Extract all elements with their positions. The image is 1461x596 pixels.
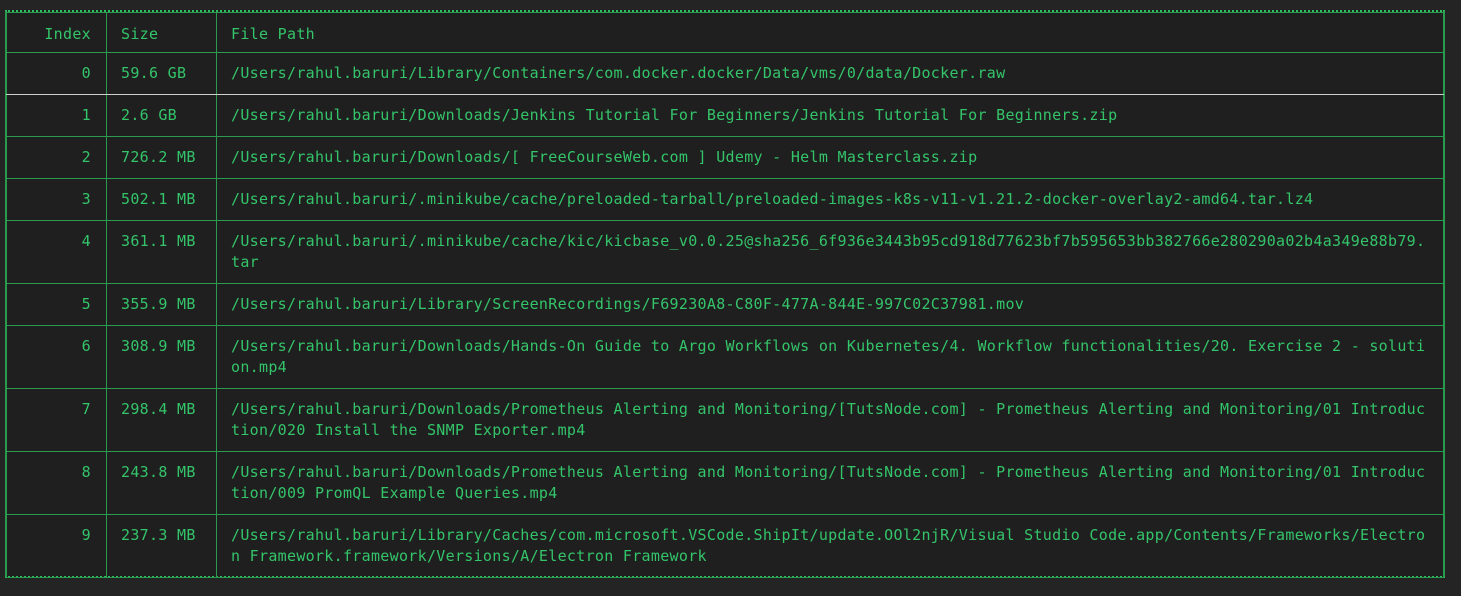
row-size: 243.8 MB <box>106 451 217 515</box>
table-row[interactable]: 7 298.4 MB /Users/rahul.baruri/Downloads… <box>6 388 1444 452</box>
table-row[interactable]: 1 2.6 GB /Users/rahul.baruri/Downloads/J… <box>6 94 1444 137</box>
row-size: 59.6 GB <box>106 52 217 95</box>
table-row[interactable]: 6 308.9 MB /Users/rahul.baruri/Downloads… <box>6 325 1444 389</box>
row-size: 308.9 MB <box>106 325 217 389</box>
table-row[interactable]: 2 726.2 MB /Users/rahul.baruri/Downloads… <box>6 136 1444 179</box>
row-size: 361.1 MB <box>106 220 217 284</box>
column-header-size[interactable]: Size <box>106 12 217 53</box>
row-index: 0 <box>6 52 107 95</box>
row-index: 9 <box>6 514 107 578</box>
row-file-path: /Users/rahul.baruri/Downloads/[ FreeCour… <box>216 136 1444 179</box>
row-index: 7 <box>6 388 107 452</box>
row-size: 355.9 MB <box>106 283 217 326</box>
row-index: 3 <box>6 178 107 221</box>
row-size: 237.3 MB <box>106 514 217 578</box>
row-index: 8 <box>6 451 107 515</box>
row-file-path: /Users/rahul.baruri/.minikube/cache/prel… <box>216 178 1444 221</box>
results-table-frame: Index Size File Path 0 59.6 GB /Users/ra… <box>5 10 1445 578</box>
row-file-path: /Users/rahul.baruri/Library/ScreenRecord… <box>216 283 1444 326</box>
column-header-file-path[interactable]: File Path <box>216 12 1444 53</box>
row-index: 2 <box>6 136 107 179</box>
row-size: 2.6 GB <box>106 94 217 137</box>
row-file-path: /Users/rahul.baruri/Downloads/Prometheus… <box>216 388 1444 452</box>
table-row[interactable]: 8 243.8 MB /Users/rahul.baruri/Downloads… <box>6 451 1444 515</box>
row-size: 726.2 MB <box>106 136 217 179</box>
row-size: 298.4 MB <box>106 388 217 452</box>
row-file-path: /Users/rahul.baruri/Downloads/Jenkins Tu… <box>216 94 1444 137</box>
row-file-path: /Users/rahul.baruri/.minikube/cache/kic/… <box>216 220 1444 284</box>
table-row[interactable]: 0 59.6 GB /Users/rahul.baruri/Library/Co… <box>6 52 1444 95</box>
row-index: 5 <box>6 283 107 326</box>
row-index: 1 <box>6 94 107 137</box>
row-file-path: /Users/rahul.baruri/Downloads/Prometheus… <box>216 451 1444 515</box>
row-index: 4 <box>6 220 107 284</box>
table-row[interactable]: 3 502.1 MB /Users/rahul.baruri/.minikube… <box>6 178 1444 221</box>
large-files-table: Index Size File Path 0 59.6 GB /Users/ra… <box>6 12 1444 578</box>
row-file-path: /Users/rahul.baruri/Downloads/Hands-On G… <box>216 325 1444 389</box>
row-size: 502.1 MB <box>106 178 217 221</box>
row-index: 6 <box>6 325 107 389</box>
table-row[interactable]: 5 355.9 MB /Users/rahul.baruri/Library/S… <box>6 283 1444 326</box>
row-file-path: /Users/rahul.baruri/Library/Caches/com.m… <box>216 514 1444 578</box>
table-row[interactable]: 4 361.1 MB /Users/rahul.baruri/.minikube… <box>6 220 1444 284</box>
column-header-index[interactable]: Index <box>6 12 107 53</box>
table-header-row: Index Size File Path <box>6 12 1444 53</box>
row-file-path: /Users/rahul.baruri/Library/Containers/c… <box>216 52 1444 95</box>
table-row[interactable]: 9 237.3 MB /Users/rahul.baruri/Library/C… <box>6 514 1444 578</box>
